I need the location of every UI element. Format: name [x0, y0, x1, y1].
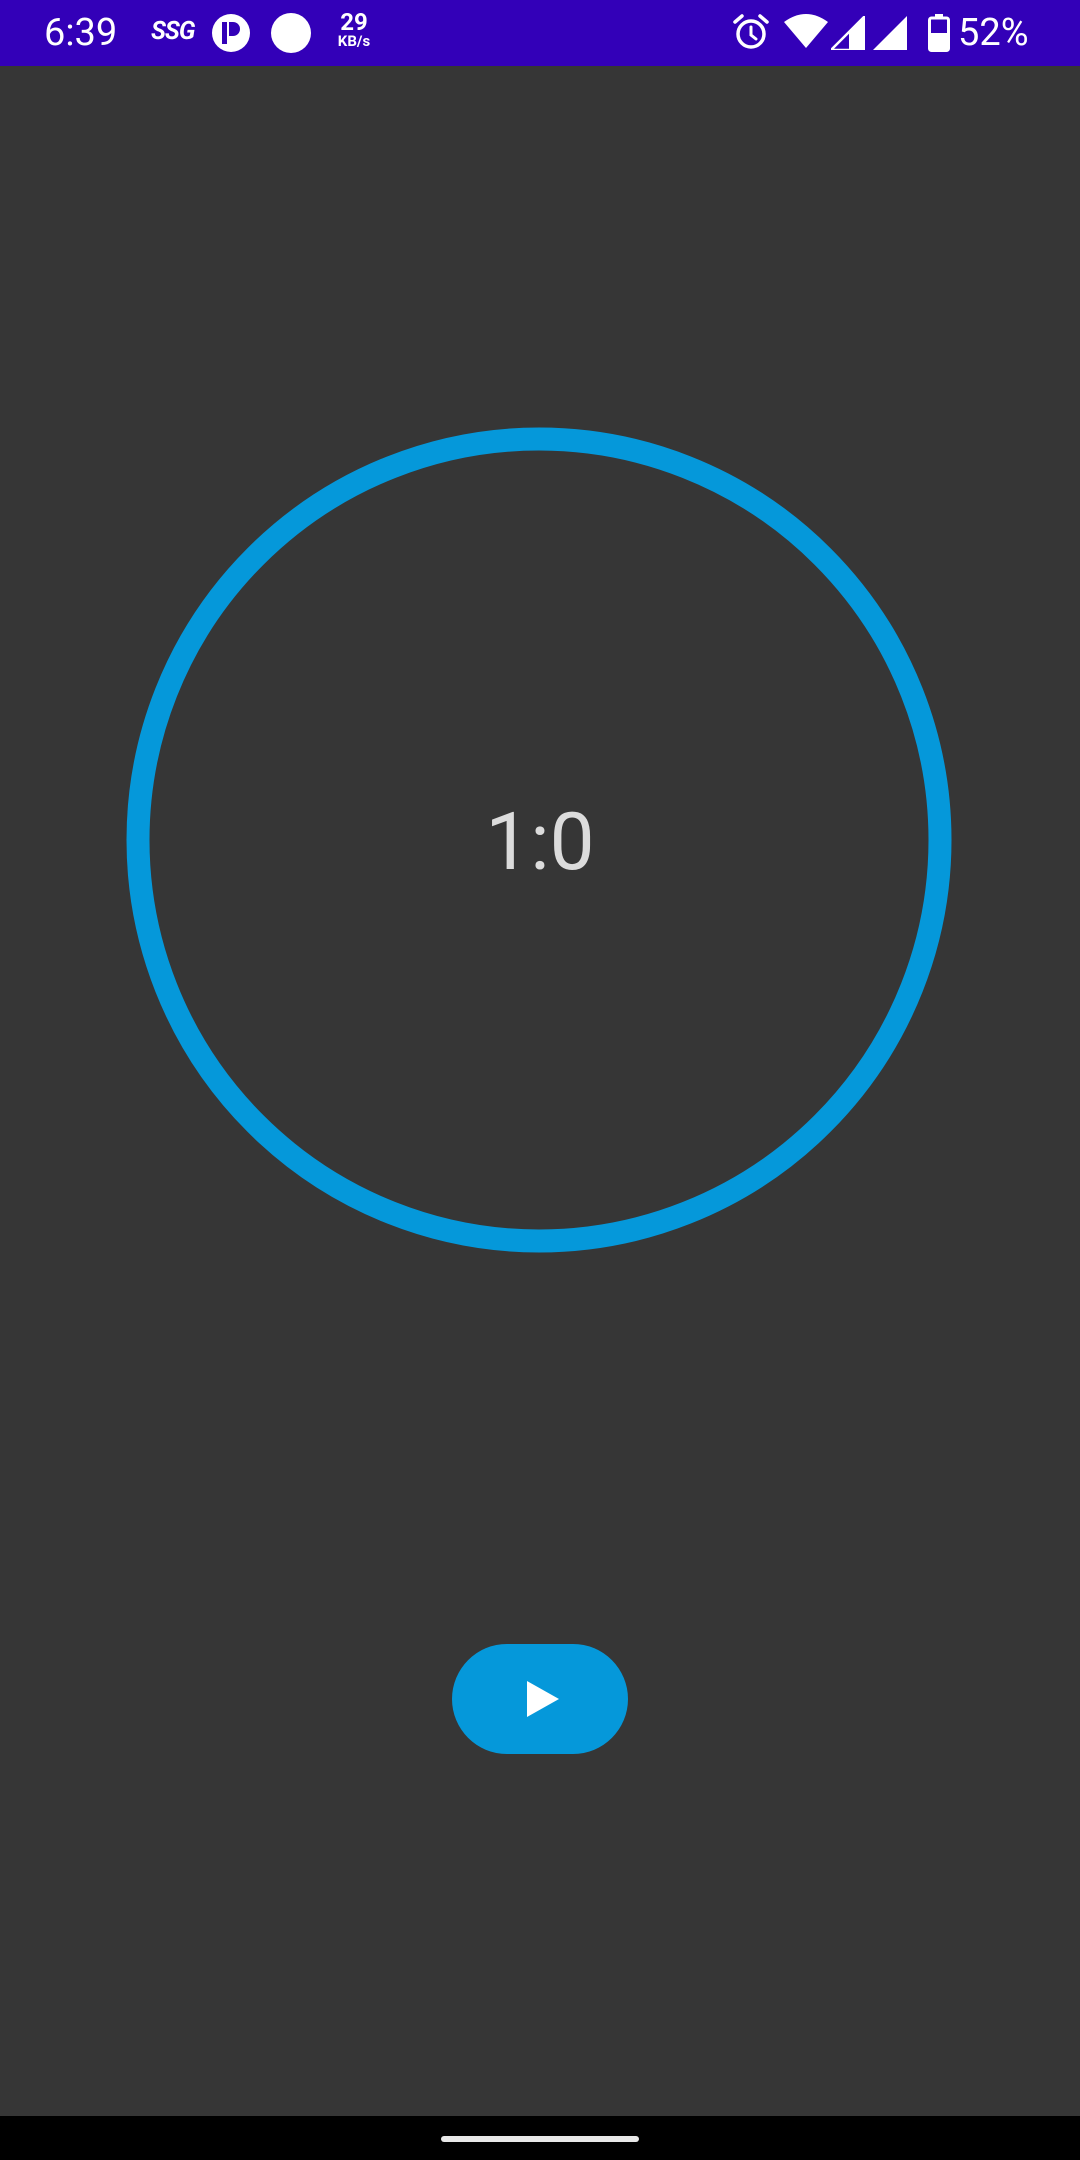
wifi-icon [784, 14, 828, 48]
cell-signal-icon [831, 16, 865, 50]
play-icon [527, 1681, 559, 1717]
status-time: 6:39 [44, 11, 118, 55]
net-speed-unit: KB/s [337, 32, 371, 50]
carrier-label: SSG [151, 17, 195, 46]
timer-display: 1:0 [485, 795, 595, 889]
play-button[interactable] [452, 1644, 628, 1754]
battery-icon [928, 14, 950, 52]
r-app-icon [212, 14, 250, 52]
circle-notification-icon [271, 13, 311, 53]
home-indicator[interactable] [441, 2136, 639, 2142]
battery-percent: 52% [958, 11, 1029, 55]
cell-signal-icon [873, 16, 907, 50]
net-speed: 29 KB/s [331, 10, 377, 49]
alarm-icon [733, 14, 769, 49]
net-speed-value: 29 [340, 8, 368, 36]
status-bar: 6:39 SSG 29 KB/s 52% [0, 0, 1080, 66]
